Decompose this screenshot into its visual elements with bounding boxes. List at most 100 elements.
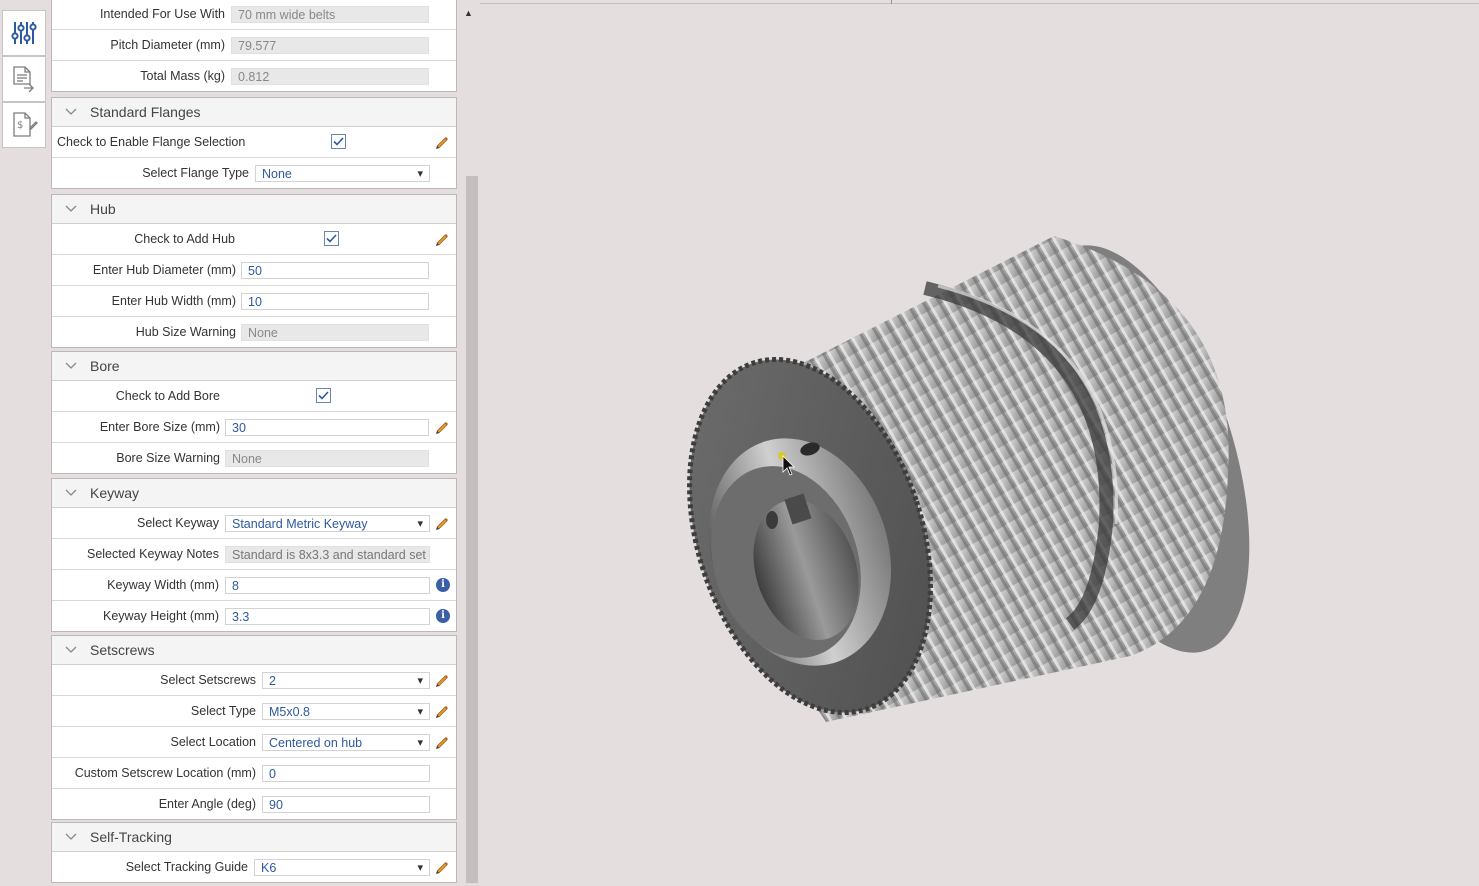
check-icon xyxy=(333,137,344,146)
enable-flange-label: Check to Enable Flange Selection xyxy=(57,135,246,149)
keyway-height-label: Keyway Height (mm) xyxy=(103,609,219,623)
self-tracking-header[interactable]: Self-Tracking xyxy=(52,823,456,852)
add-bore-label: Check to Add Bore xyxy=(115,389,220,403)
add-bore-checkbox[interactable] xyxy=(316,388,331,403)
hub-diameter-input[interactable]: 50 xyxy=(241,262,429,279)
info-icon[interactable]: i xyxy=(436,609,450,623)
bore-warning-row: Bore Size Warning None xyxy=(52,443,456,473)
sliders-icon xyxy=(11,22,37,44)
tracking-guide-row: Select Tracking Guide K6 xyxy=(52,852,456,882)
keyway-width-input[interactable]: 8 xyxy=(225,577,430,594)
setscrew-location-select[interactable]: Centered on hub xyxy=(262,734,430,751)
pencil-icon[interactable] xyxy=(434,134,450,150)
add-hub-checkbox[interactable] xyxy=(324,231,339,246)
section-title: Keyway xyxy=(90,485,140,501)
chevron-down-icon xyxy=(65,362,77,369)
scroll-up-arrow-icon[interactable]: ▲ xyxy=(464,8,473,18)
enable-flange-row: Check to Enable Flange Selection xyxy=(52,127,456,158)
setscrew-angle-label: Enter Angle (deg) xyxy=(158,797,256,811)
chevron-down-icon xyxy=(65,833,77,840)
keyway-header[interactable]: Keyway xyxy=(52,479,456,508)
flange-type-select[interactable]: None xyxy=(255,165,430,182)
pencil-icon[interactable] xyxy=(434,859,450,875)
setscrew-location-row: Select Location Centered on hub xyxy=(52,727,456,758)
setscrew-angle-row: Enter Angle (deg) 90 xyxy=(52,789,456,819)
total-mass-field: 0.812 xyxy=(231,68,429,85)
keyway-height-row: Keyway Height (mm) 3.3 i xyxy=(52,601,456,631)
keyway-width-row: Keyway Width (mm) 8 i xyxy=(52,570,456,601)
3d-viewport[interactable] xyxy=(480,4,1479,883)
hub-diameter-row: Enter Hub Diameter (mm) 50 xyxy=(52,255,456,286)
flange-type-label: Select Flange Type xyxy=(142,166,249,180)
setscrews-header[interactable]: Setscrews xyxy=(52,636,456,665)
keyway-height-input[interactable]: 3.3 xyxy=(225,608,430,625)
setscrew-location-label: Select Location xyxy=(170,735,256,749)
spec-label: Intended For Use With xyxy=(99,7,225,21)
left-toolbar: $ xyxy=(0,0,48,883)
section-title: Setscrews xyxy=(90,642,155,658)
setscrew-count-select[interactable]: 2 xyxy=(262,672,430,689)
document-export-icon xyxy=(13,66,34,93)
spec-row-total-mass: Total Mass (kg) 0.812 xyxy=(52,61,456,91)
bore-header[interactable]: Bore xyxy=(52,352,456,381)
hub-group: Hub Check to Add Hub Enter Hub Diameter … xyxy=(51,194,457,348)
self-tracking-group: Self-Tracking Select Tracking Guide K6 xyxy=(51,822,457,883)
pencil-icon[interactable] xyxy=(434,419,450,435)
hub-width-row: Enter Hub Width (mm) 10 xyxy=(52,286,456,317)
quote-button[interactable]: $ xyxy=(2,102,46,148)
enable-flange-checkbox[interactable] xyxy=(331,134,346,149)
hub-diameter-label: Enter Hub Diameter (mm) xyxy=(92,263,236,277)
setscrew-angle-input[interactable]: 90 xyxy=(262,796,430,813)
standard-flanges-group: Standard Flanges Check to Enable Flange … xyxy=(51,97,457,189)
bore-size-row: Enter Bore Size (mm) 30 xyxy=(52,412,456,443)
hub-width-input[interactable]: 10 xyxy=(241,293,429,310)
keyway-group: Keyway Select Keyway Standard Metric Key… xyxy=(51,478,457,632)
spec-row-intended-use: Intended For Use With 70 mm wide belts xyxy=(52,0,456,30)
setscrew-type-label: Select Type xyxy=(190,704,256,718)
keyway-notes-label: Selected Keyway Notes xyxy=(86,547,219,561)
spec-row-pitch-diameter: Pitch Diameter (mm) 79.577 xyxy=(52,30,456,61)
info-icon[interactable]: i xyxy=(436,578,450,592)
pencil-icon[interactable] xyxy=(434,703,450,719)
section-title: Standard Flanges xyxy=(90,104,201,120)
pencil-icon[interactable] xyxy=(434,515,450,531)
add-hub-row: Check to Add Hub xyxy=(52,224,456,255)
custom-setscrew-location-row: Custom Setscrew Location (mm) 0 xyxy=(52,758,456,789)
standard-flanges-header[interactable]: Standard Flanges xyxy=(52,98,456,127)
scrollbar-thumb[interactable] xyxy=(466,176,478,883)
add-hub-label: Check to Add Hub xyxy=(134,232,235,246)
hub-warning-label: Hub Size Warning xyxy=(135,325,236,339)
chevron-down-icon xyxy=(65,205,77,212)
spec-label: Total Mass (kg) xyxy=(140,69,225,83)
pulley-model[interactable] xyxy=(480,4,1479,883)
price-quote-icon: $ xyxy=(13,112,38,137)
hub-header[interactable]: Hub xyxy=(52,195,456,224)
keyway-notes-row: Selected Keyway Notes Standard is 8x3.3 … xyxy=(52,539,456,570)
section-title: Hub xyxy=(90,201,116,217)
hub-warning-row: Hub Size Warning None xyxy=(52,317,456,347)
setscrews-group: Setscrews Select Setscrews 2 Select Type… xyxy=(51,635,457,820)
custom-setscrew-location-input[interactable]: 0 xyxy=(262,765,430,782)
keyway-notes-field: Standard is 8x3.3 and standard set xyxy=(225,546,430,563)
tracking-guide-select[interactable]: K6 xyxy=(254,859,430,876)
chevron-down-icon xyxy=(65,489,77,496)
specs-group: Intended For Use With 70 mm wide belts P… xyxy=(51,0,457,92)
pencil-icon[interactable] xyxy=(434,672,450,688)
pitch-diameter-field: 79.577 xyxy=(231,37,429,54)
svg-text:$: $ xyxy=(17,120,23,131)
bore-size-input[interactable]: 30 xyxy=(225,419,429,436)
pencil-icon[interactable] xyxy=(434,734,450,750)
setscrew-type-select[interactable]: M5x0.8 xyxy=(262,703,430,720)
setscrew-count-label: Select Setscrews xyxy=(160,673,256,687)
pencil-icon[interactable] xyxy=(434,231,450,247)
check-icon xyxy=(318,391,329,400)
keyway-select-row: Select Keyway Standard Metric Keyway xyxy=(52,508,456,539)
section-title: Bore xyxy=(90,358,120,374)
keyway-select-label: Select Keyway xyxy=(137,516,219,530)
intended-use-field: 70 mm wide belts xyxy=(231,6,429,23)
check-icon xyxy=(326,234,337,243)
export-button[interactable] xyxy=(2,56,46,102)
keyway-select[interactable]: Standard Metric Keyway xyxy=(225,515,430,532)
chevron-down-icon xyxy=(65,646,77,653)
configure-button[interactable] xyxy=(2,10,46,56)
